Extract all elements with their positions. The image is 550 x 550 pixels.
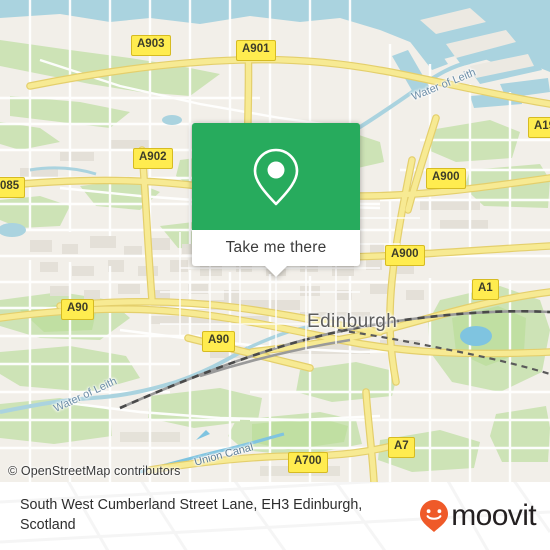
map-screenshot-page: Edinburgh Water of Leith Water of Leith …: [0, 0, 550, 550]
location-callout-card[interactable]: Take me there: [192, 123, 360, 277]
footer-bar: South West Cumberland Street Lane, EH3 E…: [0, 482, 550, 550]
callout-marker-panel: [192, 123, 360, 230]
moovit-brand[interactable]: moovit: [419, 499, 537, 532]
callout-action-bar[interactable]: Take me there: [192, 230, 360, 277]
road-shield-a902: A902: [133, 148, 173, 169]
footer-content: South West Cumberland Street Lane, EH3 E…: [0, 482, 550, 550]
map-pin-icon: [253, 148, 299, 205]
moovit-smiley-pin-icon: [420, 500, 449, 532]
road-shield-a19: A19: [528, 117, 550, 138]
road-shield-a901: A901: [236, 40, 276, 61]
road-shield-a1: A1: [472, 279, 499, 300]
road-shield-085: 085: [0, 177, 26, 198]
callout-pointer-tail: [265, 266, 287, 277]
road-shield-a90-west: A90: [61, 299, 95, 320]
road-shield-a900-north: A900: [426, 168, 466, 189]
location-title: South West Cumberland Street Lane, EH3 E…: [20, 497, 363, 533]
road-shield-a90-central: A90: [202, 331, 236, 352]
osm-attribution[interactable]: © OpenStreetMap contributors: [8, 464, 181, 478]
road-shield-a900-east: A900: [385, 245, 425, 266]
road-shield-a903: A903: [131, 35, 171, 56]
take-me-there-label: Take me there: [225, 239, 327, 256]
map-label-edinburgh: Edinburgh: [307, 311, 398, 332]
moovit-wordmark: moovit: [451, 499, 536, 532]
road-shield-a700: A700: [288, 452, 328, 473]
road-shield-a7: A7: [388, 437, 415, 458]
